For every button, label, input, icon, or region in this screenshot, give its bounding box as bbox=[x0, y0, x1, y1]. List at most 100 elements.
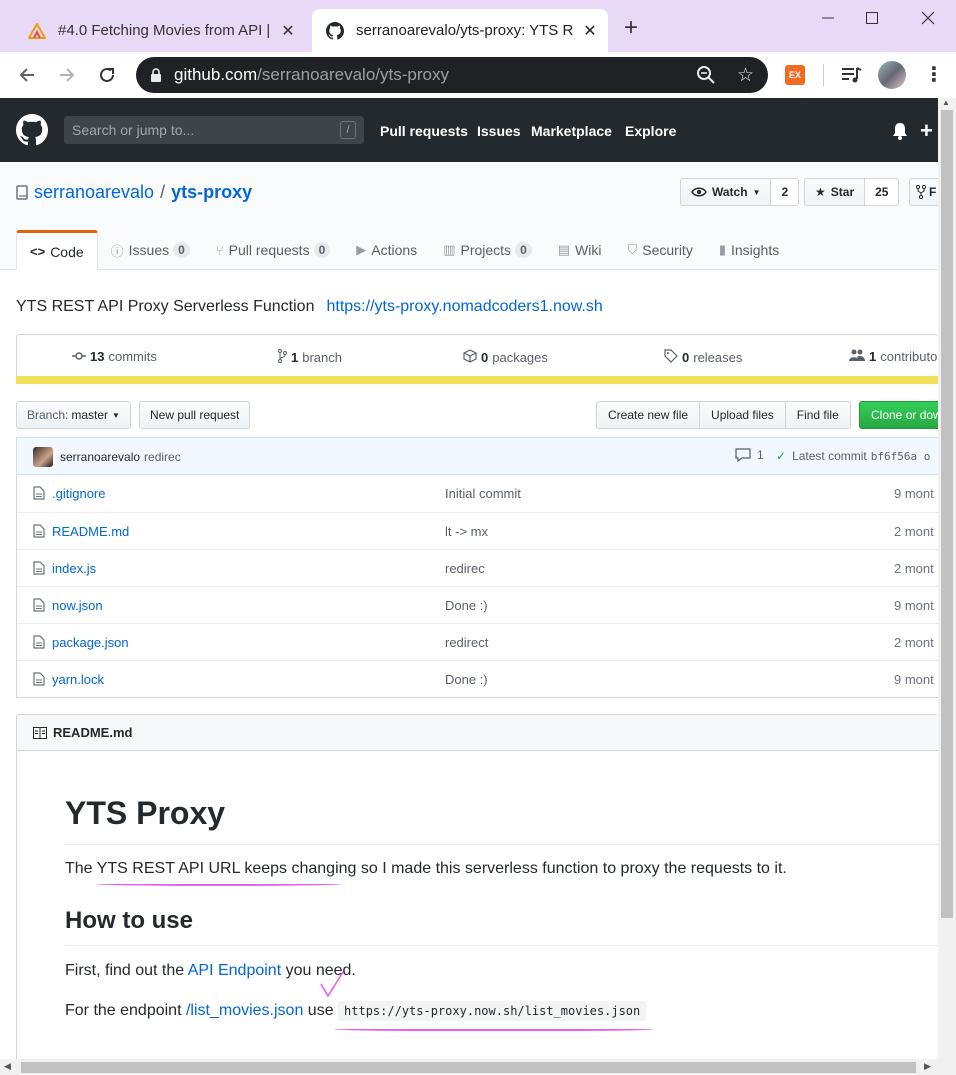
contributors-count: 1 bbox=[869, 349, 877, 364]
file-commit-link[interactable]: Done :) bbox=[445, 598, 488, 613]
file-name-link[interactable]: now.json bbox=[52, 598, 103, 613]
tab-issues[interactable]: ⓘ Issues 0 bbox=[98, 230, 203, 270]
github-search-input[interactable]: Search or jump to... / bbox=[64, 116, 364, 144]
create-new-icon[interactable]: + bbox=[920, 118, 933, 144]
create-new-file-button[interactable]: Create new file bbox=[596, 401, 701, 429]
file-icon bbox=[33, 486, 45, 503]
author-avatar[interactable] bbox=[33, 447, 53, 467]
star-label: Star bbox=[830, 185, 855, 199]
file-name-link[interactable]: .gitignore bbox=[52, 486, 105, 501]
vertical-scrollbar[interactable]: ▲ bbox=[938, 98, 956, 1059]
address-bar[interactable]: github.com/serranoarevalo/yts-proxy ☆ bbox=[136, 57, 768, 93]
close-window-icon[interactable] bbox=[918, 8, 938, 28]
file-name-link[interactable]: yarn.lock bbox=[52, 672, 104, 687]
reload-icon[interactable] bbox=[96, 64, 118, 86]
bookmark-star-icon[interactable]: ☆ bbox=[737, 64, 754, 87]
file-name-link[interactable]: package.json bbox=[52, 635, 129, 650]
commit-sha-link[interactable]: bf6f56a o bbox=[871, 450, 931, 463]
tab-code[interactable]: <> Code bbox=[16, 230, 98, 270]
notification-bell-icon[interactable] bbox=[892, 122, 908, 145]
new-tab-button[interactable]: + bbox=[624, 16, 638, 40]
caret-down-icon: ▼ bbox=[112, 410, 120, 420]
star-button[interactable]: ★ Star bbox=[804, 178, 866, 206]
list-movies-link[interactable]: /list_movies.json bbox=[186, 1002, 303, 1019]
branch-icon bbox=[278, 349, 287, 366]
forward-icon[interactable] bbox=[56, 64, 78, 86]
back-icon[interactable] bbox=[16, 64, 38, 86]
scrollbar-thumb[interactable] bbox=[941, 110, 953, 918]
tab-actions[interactable]: ▶ Actions bbox=[343, 230, 430, 270]
upload-files-button[interactable]: Upload files bbox=[699, 401, 786, 429]
horizontal-scrollbar[interactable]: ◀ ▶ bbox=[0, 1059, 956, 1075]
nav-explore[interactable]: Explore bbox=[625, 123, 676, 139]
file-commit-link[interactable]: redirec bbox=[445, 561, 485, 576]
url-host: github.com bbox=[174, 65, 258, 84]
profile-avatar[interactable] bbox=[878, 61, 906, 89]
file-commit-link[interactable]: lt -> mx bbox=[445, 524, 488, 539]
nav-issues[interactable]: Issues bbox=[477, 123, 521, 139]
scroll-left-icon[interactable]: ◀ bbox=[4, 1061, 11, 1072]
browser-tab-github[interactable]: serranoarevalo/yts-proxy: YTS R ✕ bbox=[312, 9, 608, 52]
repo-owner-link[interactable]: serranoarevalo bbox=[34, 182, 154, 203]
scroll-up-icon[interactable]: ▲ bbox=[942, 98, 950, 107]
file-commit-link[interactable]: redirect bbox=[445, 635, 488, 650]
commit-comments-link[interactable]: 1 bbox=[735, 448, 764, 462]
find-file-button[interactable]: Find file bbox=[784, 401, 851, 429]
repo-name-link[interactable]: yts-proxy bbox=[171, 182, 252, 203]
repo-path-separator: / bbox=[160, 182, 166, 202]
tab-close-icon[interactable]: ✕ bbox=[578, 21, 602, 41]
media-control-icon[interactable] bbox=[840, 64, 862, 91]
branches-link[interactable]: 1 branch bbox=[278, 349, 342, 366]
file-name-link[interactable]: index.js bbox=[52, 561, 96, 576]
watch-count[interactable]: 2 bbox=[771, 178, 800, 206]
homepage-link[interactable]: https://yts-proxy.nomadcoders1.now.sh bbox=[326, 298, 602, 315]
file-age: 2 mont bbox=[894, 524, 934, 539]
toolbar-divider bbox=[823, 64, 824, 86]
readme-paragraph: The YTS REST API URL keeps changing so I… bbox=[65, 860, 787, 878]
minimize-icon[interactable] bbox=[818, 8, 838, 28]
language-bar[interactable] bbox=[16, 376, 938, 384]
branch-select-button[interactable]: Branch: master ▼ bbox=[16, 401, 131, 429]
search-shortcut-key: / bbox=[340, 121, 356, 139]
scrollbar-thumb[interactable] bbox=[21, 1062, 916, 1073]
zoom-icon[interactable] bbox=[696, 65, 716, 90]
packages-link[interactable]: 0 packages bbox=[463, 349, 548, 366]
url-path: /serranoarevalo/yts-proxy bbox=[257, 65, 449, 84]
maximize-icon[interactable] bbox=[862, 8, 882, 28]
commit-author-link[interactable]: serranoarevalo bbox=[60, 450, 140, 464]
file-icon bbox=[33, 561, 45, 578]
nav-marketplace[interactable]: Marketplace bbox=[531, 123, 612, 139]
tab-security[interactable]: ⛉ Security bbox=[614, 230, 705, 270]
nav-pull-requests[interactable]: Pull requests bbox=[380, 123, 468, 139]
releases-link[interactable]: 0 releases bbox=[664, 349, 742, 366]
people-icon bbox=[849, 349, 865, 364]
tab-projects[interactable]: ▥ Projects 0 bbox=[430, 230, 545, 270]
api-endpoint-link[interactable]: API Endpoint bbox=[188, 962, 281, 979]
releases-label: releases bbox=[693, 350, 743, 365]
contributors-link[interactable]: 1 contributo bbox=[849, 349, 937, 364]
star-count[interactable]: 25 bbox=[865, 178, 900, 206]
tab-insights[interactable]: ▮ Insights bbox=[706, 230, 792, 270]
scroll-right-icon[interactable]: ▶ bbox=[924, 1061, 931, 1072]
packages-count: 0 bbox=[481, 350, 489, 365]
table-row: .gitignore Initial commit 9 mont bbox=[17, 475, 938, 512]
file-name-link[interactable]: README.md bbox=[52, 524, 129, 539]
tab-wiki[interactable]: ▤ Wiki bbox=[545, 230, 615, 270]
browser-menu-icon[interactable]: ⋮ bbox=[924, 62, 944, 87]
nomad-icon bbox=[28, 22, 46, 40]
file-commit-link[interactable]: Done :) bbox=[445, 672, 488, 687]
tab-close-icon[interactable]: ✕ bbox=[276, 21, 300, 41]
new-pull-request-button[interactable]: New pull request bbox=[139, 401, 251, 429]
commits-link[interactable]: 13 commits bbox=[72, 349, 157, 364]
file-commit-link[interactable]: Initial commit bbox=[445, 486, 521, 501]
package-icon bbox=[463, 349, 477, 366]
github-logo-icon[interactable] bbox=[16, 114, 48, 151]
extension-ex-icon[interactable]: EX bbox=[785, 65, 805, 85]
clone-download-button[interactable]: Clone or dow bbox=[859, 401, 949, 429]
tab-label: Pull requests bbox=[228, 242, 310, 258]
watch-button[interactable]: Watch ▼ bbox=[680, 178, 772, 206]
file-icon bbox=[33, 635, 45, 652]
tab-pull-requests[interactable]: ⑂ Pull requests 0 bbox=[203, 230, 343, 270]
browser-tab-nomad[interactable]: #4.0 Fetching Movies from API | ✕ bbox=[14, 9, 306, 52]
commit-message-link[interactable]: redirec bbox=[144, 450, 181, 464]
